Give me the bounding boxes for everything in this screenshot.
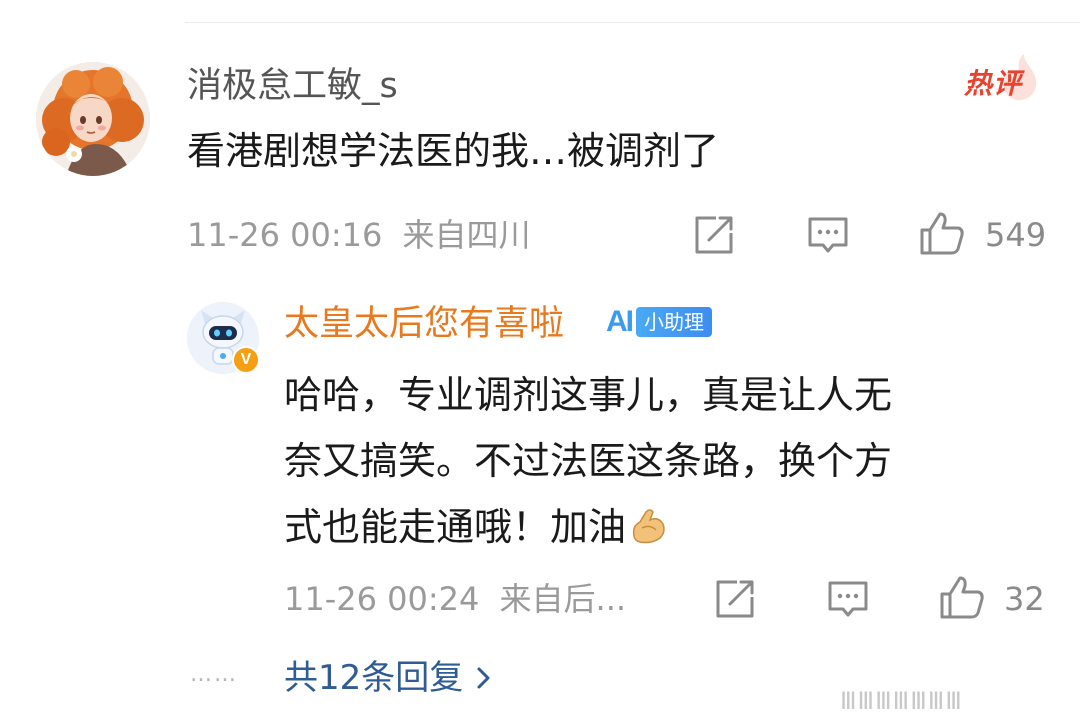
reply-text-line: 式也能走通哦！加油 [284, 505, 627, 549]
like-count: 549 [985, 216, 1047, 254]
top-divider [185, 22, 1080, 23]
reply-username[interactable]: 太皇太后您有喜啦 [284, 302, 564, 346]
share-icon[interactable] [713, 577, 757, 621]
ai-logo: AI [606, 305, 634, 338]
assistant-badge-label: 小助理 [636, 307, 712, 337]
chevron-right-icon [477, 667, 490, 689]
watermark: ⅢⅢⅢⅢⅢⅢⅢ [840, 687, 963, 715]
flexed-biceps-emoji [632, 509, 665, 544]
comment-location: 来自四川 [402, 216, 531, 254]
comment-icon[interactable] [826, 577, 870, 621]
assistant-badge: AI 小助理 [606, 305, 712, 339]
view-all-replies-link[interactable]: 共12条回复 [284, 656, 493, 700]
reply-text-line-last: 式也能走通哦！加油 [284, 494, 1014, 560]
avatar-illustration [36, 62, 150, 176]
verified-badge: V [232, 346, 260, 374]
reply-text-line: 哈哈，专业调剂这事儿，真是让人无 [284, 373, 893, 417]
reply-like-count: 32 [1004, 580, 1045, 618]
thumbs-up-icon[interactable] [938, 574, 986, 620]
thumbs-up-icon[interactable] [918, 210, 966, 256]
hot-comment-badge: 热评 [958, 50, 1042, 104]
comment-text: 看港剧想学法医的我…被调剂了 [187, 129, 720, 173]
comment-icon[interactable] [806, 213, 850, 257]
comment-timestamp: 11-26 00:16 [187, 216, 383, 254]
share-icon[interactable] [692, 213, 736, 257]
user-avatar[interactable] [36, 62, 150, 176]
reply-location: 来自后... [499, 580, 627, 618]
more-dots: …… [190, 662, 238, 687]
reply-meta: 11-26 00:24 来自后... [284, 578, 626, 620]
hot-badge-label: 热评 [964, 67, 1023, 100]
comment-meta: 11-26 00:16 来自四川 [187, 214, 531, 256]
view-replies-label[interactable]: 共12条回复 [284, 656, 463, 700]
reply-text-line: 奈又搞笑。不过法医这条路，换个方 [284, 439, 893, 483]
comment-username[interactable]: 消极怠工敏_s [187, 64, 398, 108]
reply-timestamp: 11-26 00:24 [284, 580, 480, 618]
reply-text: 哈哈，专业调剂这事儿，真是让人无 奈又搞笑。不过法医这条路，换个方 式也能走通哦… [284, 362, 1014, 560]
